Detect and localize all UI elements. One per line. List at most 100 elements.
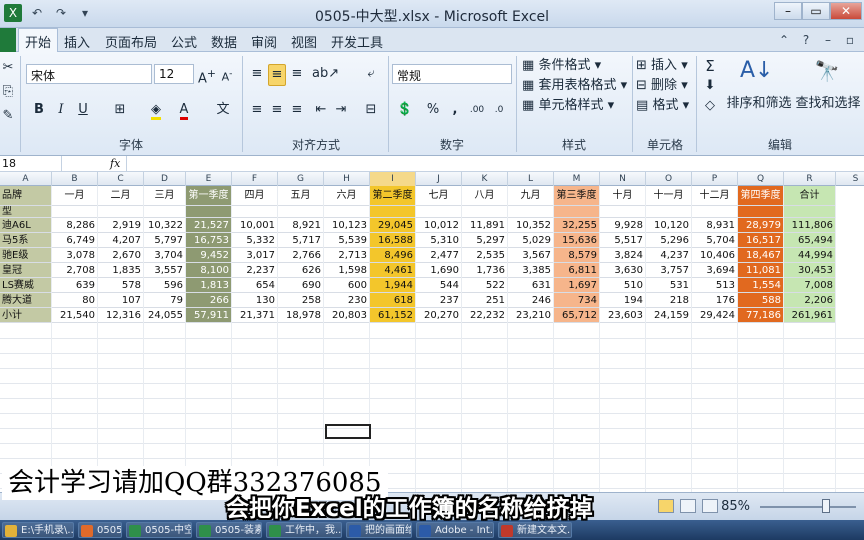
value-cell[interactable]: 600	[324, 278, 370, 293]
value-cell[interactable]: 261,961	[784, 308, 836, 323]
value-cell[interactable]: 176	[692, 293, 738, 308]
row-label-cell[interactable]: 小计	[0, 308, 52, 323]
value-cell[interactable]: 20,270	[416, 308, 462, 323]
fill-color-icon[interactable]: ◈	[144, 100, 168, 120]
align-middle-icon[interactable]: ≡	[268, 64, 286, 86]
value-cell[interactable]: 20,803	[324, 308, 370, 323]
value-cell[interactable]: 57,911	[186, 308, 232, 323]
value-cell[interactable]: 9,928	[600, 218, 646, 233]
value-cell[interactable]: 690	[278, 278, 324, 293]
value-cell[interactable]: 10,322	[144, 218, 186, 233]
value-cell[interactable]: 1,736	[462, 263, 508, 278]
font-size-select[interactable]: 12	[154, 64, 194, 84]
tab-page-layout[interactable]: 页面布局	[105, 32, 157, 51]
find-select-icon[interactable]: 🔭	[812, 56, 842, 86]
workbook-minimize-icon[interactable]: –	[820, 32, 836, 48]
value-cell[interactable]: 18,467	[738, 248, 784, 263]
value-cell[interactable]: 631	[508, 278, 554, 293]
value-cell[interactable]: 5,539	[324, 233, 370, 248]
header-cell[interactable]: 六月	[324, 186, 370, 206]
value-cell[interactable]: 513	[692, 278, 738, 293]
value-cell[interactable]: 3,824	[600, 248, 646, 263]
value-cell[interactable]: 7,008	[784, 278, 836, 293]
align-bottom-icon[interactable]: ≡	[288, 64, 306, 84]
value-cell[interactable]: 18,978	[278, 308, 324, 323]
active-cell-cursor[interactable]	[325, 424, 371, 439]
value-cell[interactable]: 1,835	[98, 263, 144, 278]
column-header-j[interactable]: J	[416, 172, 462, 186]
column-header-l[interactable]: L	[508, 172, 554, 186]
font-name-select[interactable]: 宋体	[26, 64, 152, 84]
value-cell[interactable]: 3,557	[144, 263, 186, 278]
tab-review[interactable]: 审阅	[251, 32, 277, 51]
value-cell[interactable]: 16,588	[370, 233, 416, 248]
value-cell[interactable]: 130	[232, 293, 278, 308]
value-cell[interactable]: 8,931	[692, 218, 738, 233]
value-cell[interactable]: 6,749	[52, 233, 98, 248]
header-cell[interactable]: 第一季度	[186, 186, 232, 206]
tab-insert[interactable]: 插入	[64, 32, 90, 51]
comma-style-icon[interactable]: ,	[446, 100, 464, 120]
increase-decimal-icon[interactable]: .00	[468, 100, 486, 120]
header-cell[interactable]: 九月	[508, 186, 554, 206]
value-cell[interactable]: 24,159	[646, 308, 692, 323]
value-cell[interactable]: 12,316	[98, 308, 144, 323]
value-cell[interactable]: 3,567	[508, 248, 554, 263]
value-cell[interactable]: 8,286	[52, 218, 98, 233]
empty-cell[interactable]	[784, 206, 836, 218]
format-as-table-button[interactable]: ▦ 套用表格格式 ▾	[522, 76, 627, 96]
tab-formulas[interactable]: 公式	[171, 32, 197, 51]
empty-cell[interactable]	[600, 206, 646, 218]
value-cell[interactable]: 65,494	[784, 233, 836, 248]
maximize-button[interactable]: ▭	[802, 2, 830, 20]
row-label-cell[interactable]: LS赛威	[0, 278, 52, 293]
empty-cell[interactable]	[462, 206, 508, 218]
taskbar-item[interactable]: E:\手机录\...	[2, 522, 74, 538]
value-cell[interactable]: 21,540	[52, 308, 98, 323]
value-cell[interactable]: 5,704	[692, 233, 738, 248]
value-cell[interactable]: 2,670	[98, 248, 144, 263]
clear-icon[interactable]: ◇	[700, 96, 720, 116]
column-header-g[interactable]: G	[278, 172, 324, 186]
value-cell[interactable]: 8,921	[278, 218, 324, 233]
value-cell[interactable]: 8,579	[554, 248, 600, 263]
value-cell[interactable]: 3,704	[144, 248, 186, 263]
value-cell[interactable]: 266	[186, 293, 232, 308]
tab-view[interactable]: 视图	[291, 32, 317, 51]
value-cell[interactable]: 5,296	[646, 233, 692, 248]
worksheet-grid[interactable]: 品牌 一月 二月 三月 第一季度 四月 五月 六月 第二季度 七月 八月 九月 第三季度 十月 十一月 十二月…	[0, 186, 864, 492]
value-cell[interactable]: 21,371	[232, 308, 278, 323]
value-cell[interactable]: 11,081	[738, 263, 784, 278]
column-header-k[interactable]: K	[462, 172, 508, 186]
header-cell[interactable]: 三月	[144, 186, 186, 206]
taskbar-item[interactable]: 0505-装素...	[196, 522, 262, 538]
page-layout-view-icon[interactable]	[680, 499, 696, 513]
value-cell[interactable]: 23,210	[508, 308, 554, 323]
value-cell[interactable]: 2,477	[416, 248, 462, 263]
conditional-format-button[interactable]: ▦ 条件格式 ▾	[522, 56, 601, 76]
wrap-text-icon[interactable]: ⤶	[362, 64, 380, 84]
value-cell[interactable]: 77,186	[738, 308, 784, 323]
value-cell[interactable]: 8,496	[370, 248, 416, 263]
format-painter-icon[interactable]: ✎	[0, 106, 16, 126]
grow-font-icon[interactable]: A+	[198, 64, 216, 89]
zoom-level[interactable]: 85%	[721, 499, 750, 514]
header-cell[interactable]: 十二月	[692, 186, 738, 206]
value-cell[interactable]: 4,237	[646, 248, 692, 263]
value-cell[interactable]: 29,045	[370, 218, 416, 233]
value-cell[interactable]: 2,237	[232, 263, 278, 278]
value-cell[interactable]: 16,517	[738, 233, 784, 248]
column-header-q[interactable]: Q	[738, 172, 784, 186]
value-cell[interactable]: 5,517	[600, 233, 646, 248]
fx-icon[interactable]: fx	[110, 157, 120, 170]
header-cell[interactable]: 第二季度	[370, 186, 416, 206]
value-cell[interactable]: 21,527	[186, 218, 232, 233]
row-label-cell[interactable]: 驰E级	[0, 248, 52, 263]
align-top-icon[interactable]: ≡	[248, 64, 266, 84]
value-cell[interactable]: 4,461	[370, 263, 416, 278]
ribbon-minimize-icon[interactable]: ⌃	[776, 32, 792, 48]
header-cell[interactable]: 十一月	[646, 186, 692, 206]
value-cell[interactable]: 30,453	[784, 263, 836, 278]
value-cell[interactable]: 246	[508, 293, 554, 308]
header-cell[interactable]: 四月	[232, 186, 278, 206]
